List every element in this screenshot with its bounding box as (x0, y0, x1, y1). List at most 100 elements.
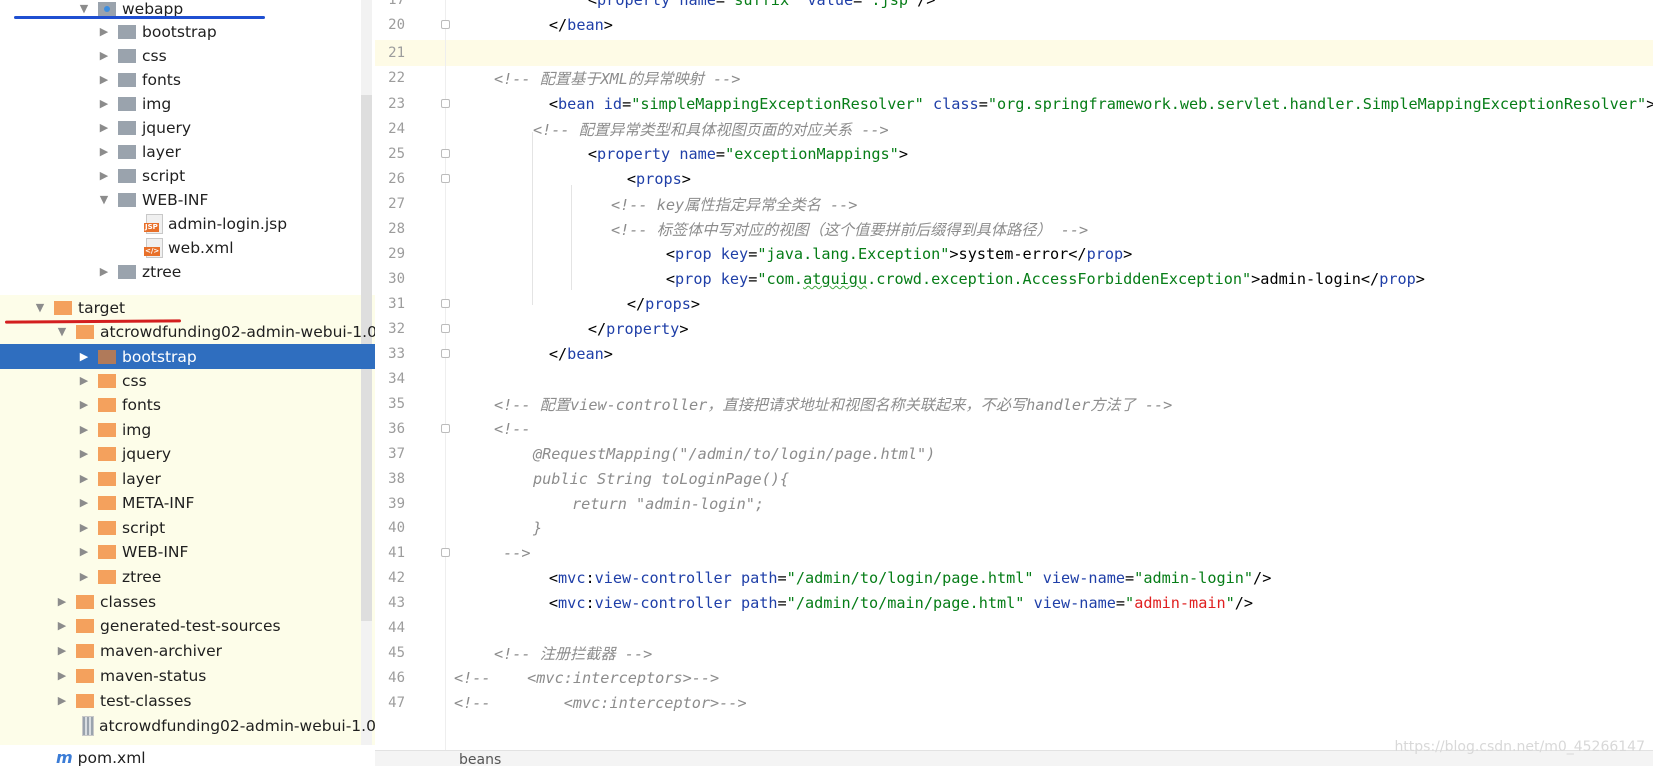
folder-icon (118, 120, 136, 135)
tree-item-img[interactable]: ▶ img (0, 91, 375, 116)
fold-marker-icon[interactable] (441, 424, 450, 433)
tree-item-target-script[interactable]: ▶ script (0, 515, 375, 540)
code-editor[interactable]: 17 <property name="suffix" value=".jsp"/… (375, 0, 1653, 766)
chevron-right-icon[interactable]: ▶ (98, 25, 110, 38)
fold-marker-icon[interactable] (441, 548, 450, 557)
tree-item-css[interactable]: ▶ css (0, 43, 375, 68)
token: = (715, 145, 726, 163)
tree-item-target-css[interactable]: ▶ css (0, 368, 375, 393)
chevron-right-icon[interactable]: ▶ (78, 350, 90, 363)
fold-marker-icon[interactable] (441, 324, 450, 333)
token: " (1125, 594, 1135, 612)
tree-item-target-meta-inf[interactable]: ▶ META-INF (0, 490, 375, 515)
tree-item-snapshot-dir[interactable]: ▼ atcrowdfunding02-admin-webui-1.0-SNAPS… (0, 319, 375, 344)
tree-item-admin-login-jsp[interactable]: JSP admin-login.jsp (0, 211, 375, 236)
folder-icon (98, 446, 116, 461)
fold-marker-icon[interactable] (441, 99, 450, 108)
tree-item-pom-xml[interactable]: m pom.xml (0, 745, 375, 766)
tree-item-ztree[interactable]: ▶ ztree (0, 259, 375, 284)
chevron-down-icon[interactable]: ▼ (98, 193, 110, 206)
code-line-46: 46 <!-- <mvc:interceptors>--> (375, 665, 1653, 691)
code-line-44: 44 (375, 615, 1653, 641)
tree-item-war-file[interactable]: atcrowdfunding02-admin-webui-1.0-SNAPSHO… (0, 713, 375, 738)
token: = (978, 95, 988, 113)
folder-icon (98, 349, 116, 364)
code-line-20: 20 </bean> (375, 12, 1653, 38)
fold-marker-icon[interactable] (441, 174, 450, 183)
token: > (690, 295, 701, 313)
breadcrumb[interactable]: beans (459, 752, 501, 766)
tree-item-target-bootstrap[interactable]: ▶ bootstrap (0, 344, 375, 369)
chevron-right-icon[interactable]: ▶ (56, 619, 68, 632)
tree-item-script[interactable]: ▶ script (0, 163, 375, 188)
fold-marker-icon[interactable] (441, 299, 450, 308)
line-number: 37 (388, 446, 405, 462)
line-number: 36 (388, 421, 405, 437)
chevron-right-icon[interactable]: ▶ (78, 374, 90, 387)
chevron-right-icon[interactable]: ▶ (98, 145, 110, 158)
code-line-30: 30 <prop key="com.atguigu.crowd.exceptio… (375, 266, 1653, 292)
comment-text: } (533, 519, 543, 537)
tree-item-label: fonts (122, 395, 161, 414)
folder-icon (54, 300, 72, 315)
chevron-right-icon[interactable]: ▶ (78, 472, 90, 485)
tree-item-target[interactable]: ▼ target (0, 295, 375, 320)
chevron-right-icon[interactable]: ▶ (98, 121, 110, 134)
chevron-down-icon[interactable]: ▼ (34, 301, 46, 314)
chevron-right-icon[interactable]: ▶ (78, 423, 90, 436)
chevron-right-icon[interactable]: ▶ (78, 570, 90, 583)
chevron-right-icon[interactable]: ▶ (98, 49, 110, 62)
token: < (548, 95, 559, 113)
fold-marker-icon[interactable] (441, 149, 450, 158)
tree-item-bootstrap[interactable]: ▶ bootstrap (0, 19, 375, 44)
token: < (626, 170, 637, 188)
tree-item-test-classes[interactable]: ▶ test-classes (0, 688, 375, 713)
fold-marker-icon[interactable] (441, 20, 450, 29)
line-number: 22 (388, 70, 405, 86)
chevron-right-icon[interactable]: ▶ (78, 398, 90, 411)
tree-item-target-jquery[interactable]: ▶ jquery (0, 441, 375, 466)
tree-item-target-web-inf[interactable]: ▶ WEB-INF (0, 539, 375, 564)
chevron-right-icon[interactable]: ▶ (78, 521, 90, 534)
tree-item-web-xml[interactable]: </> web.xml (0, 235, 375, 260)
chevron-right-icon[interactable]: ▶ (98, 97, 110, 110)
tree-item-target-fonts[interactable]: ▶ fonts (0, 392, 375, 417)
chevron-right-icon[interactable]: ▶ (98, 169, 110, 182)
chevron-right-icon[interactable]: ▶ (56, 595, 68, 608)
chevron-right-icon[interactable]: ▶ (98, 265, 110, 278)
error-token: admin-main (1134, 594, 1226, 612)
tree-item-target-ztree[interactable]: ▶ ztree (0, 564, 375, 589)
token: /> (1253, 569, 1272, 587)
tree-item-generated-test-sources[interactable]: ▶ generated-test-sources (0, 613, 375, 638)
tree-item-target-layer[interactable]: ▶ layer (0, 466, 375, 491)
token: value (807, 0, 854, 9)
tree-item-classes[interactable]: ▶ classes (0, 589, 375, 614)
chevron-right-icon[interactable]: ▶ (56, 669, 68, 682)
tree-item-jquery[interactable]: ▶ jquery (0, 115, 375, 140)
chevron-down-icon[interactable]: ▼ (78, 2, 90, 15)
code-line-37: 37 @RequestMapping("/admin/to/login/page… (375, 441, 1653, 467)
folder-icon (118, 144, 136, 159)
chevron-right-icon[interactable]: ▶ (98, 73, 110, 86)
line-number: 46 (388, 670, 405, 686)
tree-item-layer[interactable]: ▶ layer (0, 139, 375, 164)
tree-item-maven-archiver[interactable]: ▶ maven-archiver (0, 638, 375, 663)
chevron-right-icon[interactable]: ▶ (56, 644, 68, 657)
tree-item-web-inf[interactable]: ▼ WEB-INF (0, 187, 375, 212)
tree-item-target-img[interactable]: ▶ img (0, 417, 375, 442)
folder-icon (118, 48, 136, 63)
token: admin-login (1260, 270, 1361, 288)
chevron-down-icon[interactable]: ▼ (56, 325, 68, 338)
chevron-right-icon[interactable]: ▶ (78, 447, 90, 460)
tree-item-maven-status[interactable]: ▶ maven-status (0, 663, 375, 688)
chevron-right-icon[interactable]: ▶ (78, 545, 90, 558)
fold-marker-icon[interactable] (441, 349, 450, 358)
token: path (740, 594, 778, 612)
folder-icon (118, 264, 136, 279)
chevron-right-icon[interactable]: ▶ (78, 496, 90, 509)
line-number: 41 (388, 545, 405, 561)
chevron-right-icon[interactable]: ▶ (56, 694, 68, 707)
tree-item-fonts[interactable]: ▶ fonts (0, 67, 375, 92)
